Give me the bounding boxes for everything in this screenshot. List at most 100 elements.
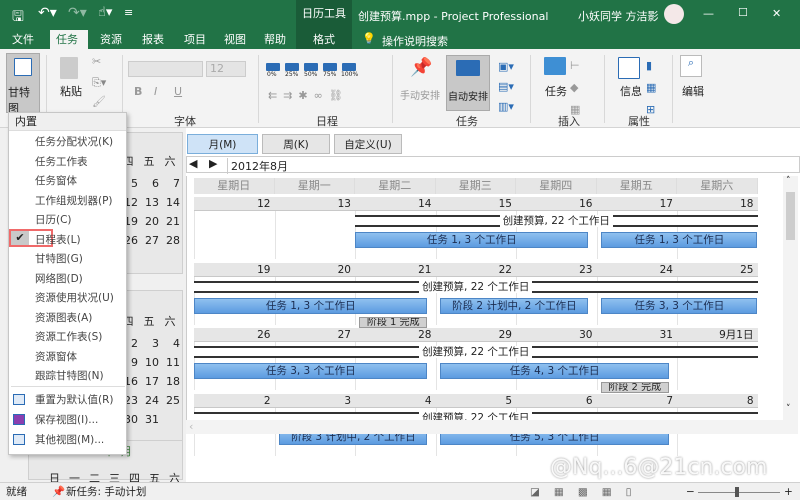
day-number[interactable]: 12 — [194, 197, 275, 211]
link-tasks-icons[interactable]: ⇇⇉✱∞⛓ — [268, 89, 349, 102]
zoom-slider[interactable] — [698, 492, 780, 493]
day-number[interactable]: 23 — [516, 262, 597, 277]
day-number[interactable]: 2 — [194, 393, 275, 408]
day-number[interactable]: 26 — [194, 328, 275, 342]
maximize-button[interactable]: ☐ — [738, 6, 748, 19]
insert-small-icons[interactable]: ⊢ ◆ ▦ — [570, 55, 580, 121]
percent-50-icon[interactable] — [304, 63, 318, 71]
task-bar[interactable]: 任务 1, 3 个工作日 — [194, 297, 428, 314]
menu-item[interactable]: 资源使用状况(U) — [35, 289, 114, 307]
next-month-icon[interactable]: ▶ — [209, 157, 217, 170]
redo-icon[interactable]: ↷▾ — [68, 5, 87, 21]
task-insert-button[interactable]: 任务 — [545, 83, 567, 99]
mini-calendar-day[interactable]: 14 — [160, 196, 180, 209]
copy-icon[interactable]: ⎘▾ — [92, 76, 106, 90]
manual-schedule-button[interactable]: 手动安排 — [400, 87, 440, 102]
edit-button[interactable]: 编辑 — [682, 83, 704, 99]
close-button[interactable]: ✕ — [772, 7, 781, 20]
mini-calendar-day[interactable]: 18 — [160, 375, 180, 388]
menu-action[interactable]: 重置为默认值(R) — [35, 391, 114, 409]
scroll-up-icon[interactable]: ˄ — [786, 176, 791, 186]
mini-calendar-day[interactable]: 20 — [139, 215, 159, 228]
zoom-slider-thumb[interactable] — [734, 487, 739, 497]
menu-item[interactable]: 资源窗体 — [35, 348, 77, 366]
custom-view-button[interactable]: 自定义(U) — [334, 134, 402, 154]
day-number[interactable]: 18 — [677, 197, 758, 211]
gantt-view-button[interactable]: 甘特图 — [6, 53, 40, 115]
customize-qat-icon[interactable]: ≡ — [124, 6, 133, 19]
day-number[interactable]: 31 — [596, 328, 677, 342]
mini-calendar-day[interactable]: 27 — [139, 234, 159, 247]
tab-help[interactable]: 帮助 — [258, 30, 292, 49]
menu-action[interactable]: 其他视图(M)... — [35, 431, 104, 449]
menu-item[interactable]: 资源图表(A) — [35, 309, 92, 327]
avatar[interactable] — [664, 4, 684, 24]
italic-button[interactable]: I — [154, 85, 157, 98]
mini-calendar-day[interactable]: 17 — [139, 375, 159, 388]
tab-project[interactable]: 项目 — [178, 30, 212, 49]
tab-view[interactable]: 视图 — [218, 30, 252, 49]
bold-button[interactable]: B — [134, 85, 142, 98]
day-number[interactable]: 7 — [596, 393, 677, 408]
task-bar[interactable]: 任务 4, 3 个工作日 — [440, 363, 669, 379]
inspect-icons[interactable]: ▣▾ ▤▾ ▥▾ — [498, 57, 514, 117]
menu-item[interactable]: 任务窗体 — [35, 172, 77, 190]
scroll-thumb[interactable] — [786, 192, 795, 240]
milestone-bar[interactable]: 阶段 2 完成 — [600, 382, 669, 393]
underline-button[interactable]: U — [174, 85, 182, 98]
task-bar[interactable]: 任务 1, 3 个工作日 — [601, 232, 758, 248]
scroll-down-icon[interactable]: ˅ — [786, 404, 791, 414]
day-number[interactable]: 27 — [274, 328, 355, 342]
day-number[interactable]: 3 — [274, 393, 355, 408]
menu-item[interactable]: 网络图(D) — [35, 270, 83, 288]
tab-format[interactable]: 格式 — [296, 30, 352, 49]
day-number[interactable]: 4 — [355, 393, 436, 408]
menu-item[interactable]: 日历(C) — [35, 211, 72, 229]
mini-calendar-day[interactable]: 24 — [139, 394, 159, 407]
milestone-bar[interactable]: 阶段 1 完成 — [359, 316, 428, 328]
previous-month-icon[interactable]: ◀ — [189, 157, 197, 170]
menu-item[interactable]: 跟踪甘特图(N) — [35, 367, 104, 385]
save-icon[interactable]: 🖫 — [12, 6, 24, 30]
zoom-out-button[interactable]: − — [686, 483, 695, 501]
mini-calendar-day[interactable]: 13 — [139, 196, 159, 209]
font-size-select[interactable]: 12 — [206, 61, 246, 77]
day-number[interactable]: 14 — [355, 197, 436, 211]
touch-mode-icon[interactable]: ☝▾ — [98, 5, 112, 20]
auto-schedule-button[interactable]: 自动安排 — [446, 55, 490, 111]
menu-item[interactable]: 资源工作表(S) — [35, 328, 102, 346]
mini-calendar-day[interactable]: 4 — [160, 337, 180, 350]
horizontal-scrollbar[interactable]: ‹ — [186, 420, 798, 434]
day-number[interactable]: 19 — [194, 262, 275, 277]
day-number[interactable]: 20 — [274, 262, 355, 277]
minimize-button[interactable]: — — [703, 7, 714, 20]
task-bar[interactable]: 阶段 2 计划中, 2 个工作日 — [440, 297, 589, 314]
percent-75-icon[interactable] — [323, 63, 337, 71]
day-number[interactable]: 28 — [355, 328, 436, 342]
menu-item[interactable]: 任务工作表 — [35, 153, 88, 171]
mini-calendar-day[interactable]: 10 — [139, 356, 159, 369]
vertical-scrollbar[interactable]: ˄ ˅ — [783, 176, 798, 420]
mini-calendar-day[interactable]: 21 — [160, 215, 180, 228]
scroll-left-icon[interactable]: ‹ — [186, 420, 193, 433]
font-name-select[interactable] — [128, 61, 203, 77]
property-icons[interactable]: ▮ ▦ ⊞ — [646, 55, 656, 121]
percent-0-icon[interactable] — [266, 63, 280, 71]
day-number[interactable]: 16 — [516, 197, 597, 211]
mini-calendar-day[interactable]: 11 — [160, 356, 180, 369]
tab-task[interactable]: 任务 — [50, 30, 88, 49]
menu-item[interactable]: 甘特图(G) — [35, 250, 83, 268]
summary-task-bar[interactable]: 创建预算, 22 个工作日 — [194, 346, 758, 358]
view-shortcut-icons[interactable]: ◪▦▩▦▯ — [530, 483, 645, 501]
menu-item[interactable]: 日程表(L) — [35, 231, 81, 249]
paste-icon[interactable] — [60, 57, 78, 79]
information-button[interactable]: 信息 — [620, 83, 642, 99]
search-icon[interactable]: ⌕ — [680, 55, 702, 77]
tell-me-search[interactable]: 操作说明搜索 — [382, 33, 448, 49]
day-number[interactable]: 8 — [677, 393, 758, 408]
format-painter-icon[interactable]: 🖌 — [92, 95, 106, 108]
menu-item[interactable]: 任务分配状况(K) — [35, 133, 113, 151]
day-number[interactable]: 21 — [355, 262, 436, 277]
task-bar[interactable]: 任务 3, 3 个工作日 — [194, 363, 428, 379]
user-name[interactable]: 小妖同学 方洁影 — [578, 8, 659, 24]
